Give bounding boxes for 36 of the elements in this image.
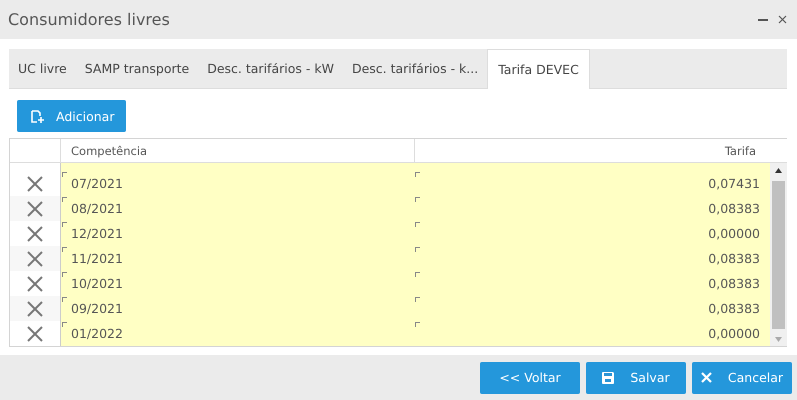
table-cell[interactable]: 12/2021 — [60, 221, 414, 246]
column-header[interactable]: Competência — [60, 139, 414, 162]
table-cell[interactable]: 08/2021 — [60, 196, 414, 222]
tab[interactable]: UC livre — [9, 49, 76, 88]
delete-icon[interactable] — [27, 200, 43, 217]
tab[interactable]: Tarifa DEVEC — [487, 49, 590, 90]
table-cell[interactable]: 0,08383 — [414, 271, 770, 296]
scrollbar[interactable] — [770, 163, 787, 346]
delete-icon[interactable] — [27, 176, 43, 192]
close-icon[interactable] — [778, 15, 787, 24]
table-cell[interactable]: 10/2021 — [60, 271, 414, 296]
table-cell[interactable]: 11/2021 — [60, 246, 414, 272]
add-file-icon — [31, 110, 44, 123]
save-icon — [602, 372, 614, 384]
delete-icon[interactable] — [27, 250, 43, 267]
table-cell[interactable]: 0,00000 — [414, 221, 770, 246]
column-header[interactable]: Tarifa — [414, 139, 770, 162]
delete-icon[interactable] — [27, 276, 43, 292]
table-cell[interactable]: 07/2021 — [60, 171, 414, 196]
table-cell[interactable]: 09/2021 — [60, 296, 414, 322]
delete-icon[interactable] — [27, 226, 43, 242]
table-cell[interactable]: 01/2022 — [60, 321, 414, 346]
scroll-thumb[interactable] — [772, 181, 785, 330]
tab[interactable]: Desc. tarifários - k... — [342, 49, 488, 88]
table-cell[interactable]: 0,07431 — [414, 171, 770, 196]
table-cell[interactable]: 0,08383 — [414, 296, 770, 322]
table-cell[interactable]: 0,08383 — [414, 196, 770, 222]
delete-icon[interactable] — [27, 300, 43, 317]
table-cell[interactable]: 0,00000 — [414, 321, 770, 346]
table-cell[interactable]: 0,08383 — [414, 246, 770, 272]
window-title: Consumidores livres — [8, 10, 170, 30]
tab[interactable]: SAMP transporte — [76, 49, 198, 88]
close-icon — [700, 372, 712, 384]
scroll-up-icon[interactable] — [775, 168, 782, 174]
delete-icon[interactable] — [27, 326, 43, 342]
tab[interactable]: Desc. tarifários - kW — [198, 49, 343, 88]
